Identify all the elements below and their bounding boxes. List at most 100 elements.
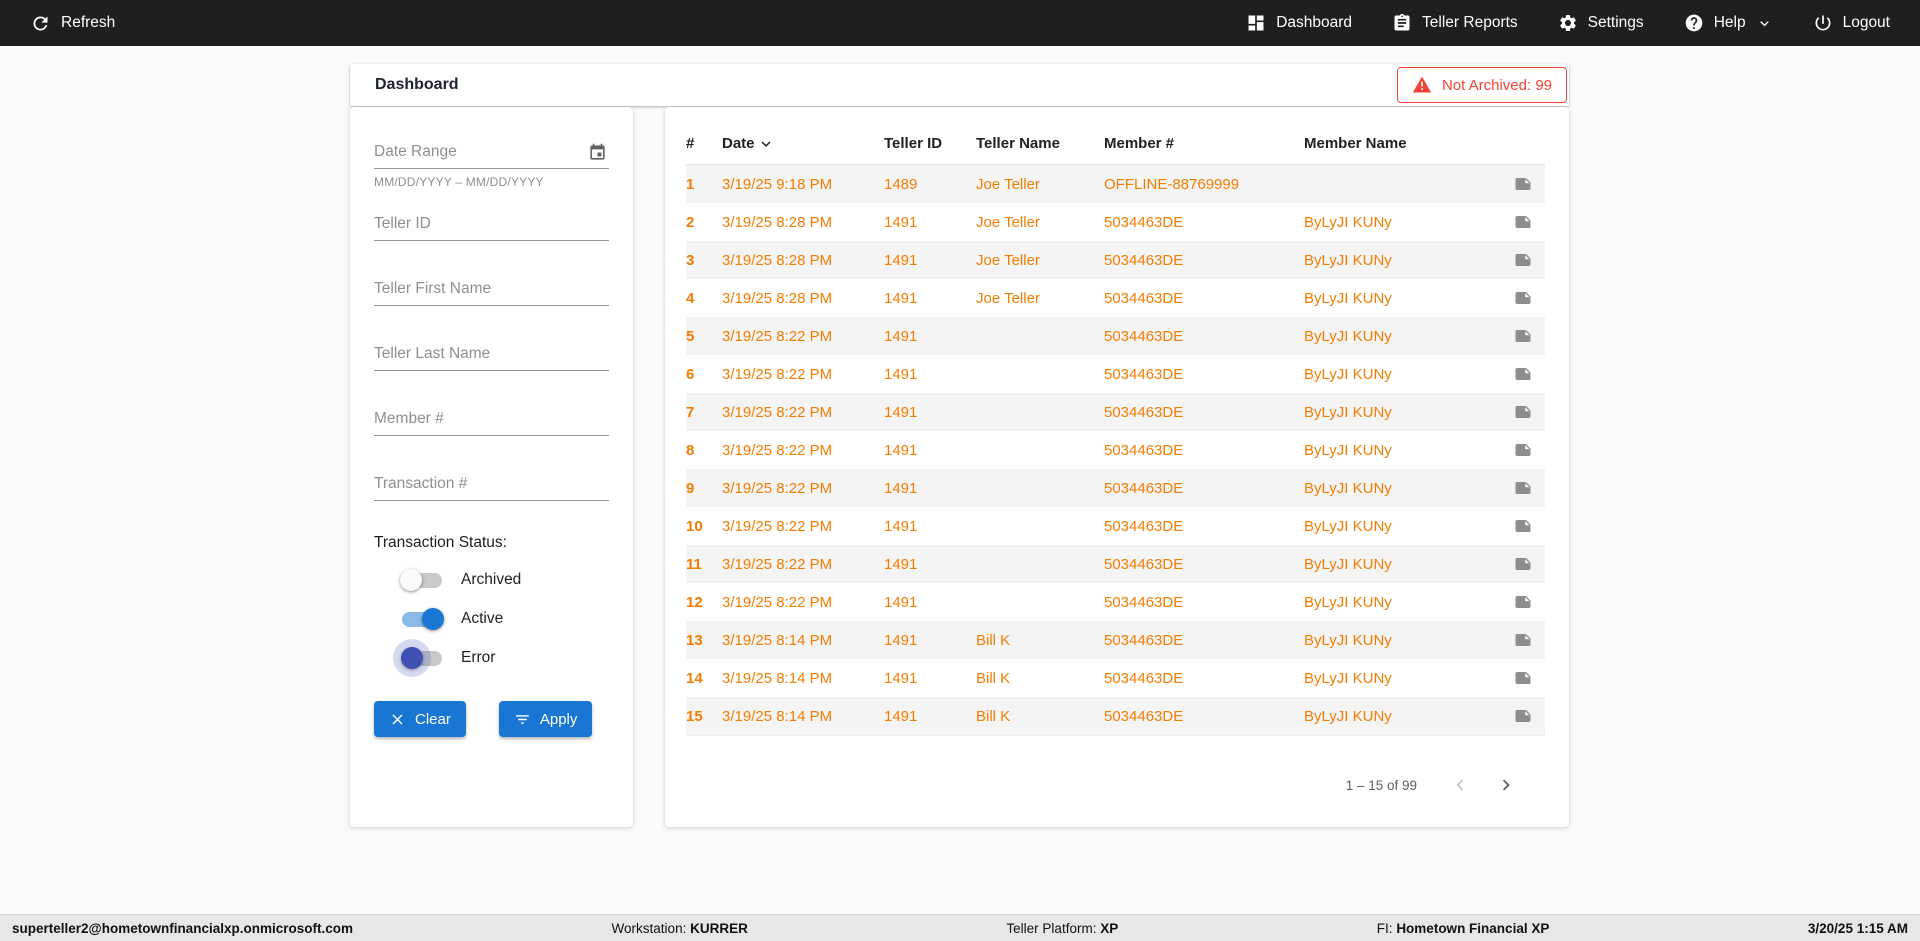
table-row[interactable]: 1 3/19/25 9:18 PM 1489 Joe Teller OFFLIN… [686,165,1545,203]
table-row[interactable]: 15 3/19/25 8:14 PM 1491 Bill K 5034463DE… [686,697,1545,735]
table-row[interactable]: 12 3/19/25 8:22 PM 1491 5034463DE ByLyJI… [686,583,1545,621]
nav-logout[interactable]: Logout [1813,13,1890,33]
note-icon[interactable] [1512,515,1534,537]
note-icon[interactable] [1512,439,1534,461]
table-row[interactable]: 5 3/19/25 8:22 PM 1491 5034463DE ByLyJI … [686,317,1545,355]
note-icon[interactable] [1512,363,1534,385]
row-teller-id: 1491 [884,252,976,269]
row-member-number: 5034463DE [1104,252,1304,269]
row-number: 3 [686,252,722,269]
table-row[interactable]: 11 3/19/25 8:22 PM 1491 5034463DE ByLyJI… [686,545,1545,583]
row-teller-id: 1491 [884,632,976,649]
member-number-input[interactable] [374,404,609,436]
note-icon[interactable] [1512,629,1534,651]
column-header-member-name[interactable]: Member Name [1304,135,1500,152]
filters-panel: MM/DD/YYYY – MM/DD/YYYY Transaction Stat… [350,107,633,827]
teller-id-field [374,209,609,241]
nav-help[interactable]: Help [1684,13,1773,33]
column-header-teller-name[interactable]: Teller Name [976,135,1104,152]
note-icon[interactable] [1512,667,1534,689]
row-date: 3/19/25 8:28 PM [722,214,884,231]
row-teller-name: Joe Teller [976,290,1104,307]
teller-first-name-field [374,274,609,306]
apply-button[interactable]: Apply [499,701,593,737]
refresh-label: Refresh [61,14,115,32]
transactions-table-card: # Date Teller ID Teller Name Member # Me… [665,107,1569,827]
column-header-teller-id[interactable]: Teller ID [884,135,976,152]
clear-button[interactable]: Clear [374,701,466,737]
teller-first-name-input[interactable] [374,274,609,306]
nav-teller-reports[interactable]: Teller Reports [1392,13,1518,33]
table-row[interactable]: 4 3/19/25 8:28 PM 1491 Joe Teller 503446… [686,279,1545,317]
row-member-name: ByLyJI KUNy [1304,290,1500,307]
table-row[interactable]: 9 3/19/25 8:22 PM 1491 5034463DE ByLyJI … [686,469,1545,507]
close-icon [389,711,406,728]
nav-dashboard[interactable]: Dashboard [1246,13,1352,33]
row-number: 8 [686,442,722,459]
column-header-date[interactable]: Date [722,135,884,153]
transaction-number-input[interactable] [374,469,609,501]
status-switch[interactable] [400,606,446,632]
pagination-next-button[interactable] [1493,772,1519,798]
table-row[interactable]: 3 3/19/25 8:28 PM 1491 Joe Teller 503446… [686,241,1545,279]
row-teller-id: 1491 [884,518,976,535]
row-teller-id: 1491 [884,290,976,307]
pagination: 1 – 15 of 99 [686,772,1545,798]
note-icon[interactable] [1512,591,1534,613]
note-icon[interactable] [1512,325,1534,347]
table-row[interactable]: 14 3/19/25 8:14 PM 1491 Bill K 5034463DE… [686,659,1545,697]
not-archived-badge[interactable]: Not Archived: 99 [1397,67,1567,103]
note-icon[interactable] [1512,553,1534,575]
note-icon[interactable] [1512,173,1534,195]
footer-platform: Teller Platform: XP [1006,921,1118,936]
status-footer: superteller2@hometownfinancialxp.onmicro… [0,914,1920,941]
chevron-left-icon [1449,774,1471,796]
table-row[interactable]: 2 3/19/25 8:28 PM 1491 Joe Teller 503446… [686,203,1545,241]
note-icon[interactable] [1512,287,1534,309]
row-date: 3/19/25 8:14 PM [722,708,884,725]
row-teller-id: 1491 [884,442,976,459]
toggle-label-active: Active [461,610,503,628]
nav-logout-label: Logout [1843,14,1890,32]
table-row[interactable]: 7 3/19/25 8:22 PM 1491 5034463DE ByLyJI … [686,393,1545,431]
status-switch[interactable] [400,645,446,671]
row-teller-id: 1491 [884,214,976,231]
status-switch[interactable] [400,567,446,593]
row-member-name: ByLyJI KUNy [1304,480,1500,497]
note-icon[interactable] [1512,477,1534,499]
row-member-name: ByLyJI KUNy [1304,594,1500,611]
calendar-icon[interactable] [586,141,609,164]
nav-settings[interactable]: Settings [1558,13,1644,33]
table-row[interactable]: 13 3/19/25 8:14 PM 1491 Bill K 5034463DE… [686,621,1545,659]
footer-fi-label: FI: [1377,921,1393,936]
teller-last-name-input[interactable] [374,339,609,371]
row-teller-id: 1491 [884,480,976,497]
table-row[interactable]: 8 3/19/25 8:22 PM 1491 5034463DE ByLyJI … [686,431,1545,469]
table-row[interactable]: 6 3/19/25 8:22 PM 1491 5034463DE ByLyJI … [686,355,1545,393]
note-icon[interactable] [1512,705,1534,727]
row-member-name: ByLyJI KUNy [1304,442,1500,459]
note-icon[interactable] [1512,401,1534,423]
row-number: 5 [686,328,722,345]
row-teller-id: 1491 [884,708,976,725]
row-member-name: ByLyJI KUNy [1304,518,1500,535]
toggle-label-archived: Archived [461,571,521,589]
teller-id-input[interactable] [374,209,609,241]
row-member-number: 5034463DE [1104,480,1304,497]
footer-workstation-value: KURRER [690,921,748,936]
note-icon[interactable] [1512,249,1534,271]
date-range-input[interactable] [374,137,586,168]
row-teller-name: Bill K [976,708,1104,725]
column-header-num[interactable]: # [686,135,722,152]
refresh-button[interactable]: Refresh [30,13,115,34]
switch-thumb [400,569,422,591]
row-number: 7 [686,404,722,421]
column-header-member-num[interactable]: Member # [1104,135,1304,152]
row-member-number: 5034463DE [1104,556,1304,573]
row-number: 12 [686,594,722,611]
table-row[interactable]: 10 3/19/25 8:22 PM 1491 5034463DE ByLyJI… [686,507,1545,545]
not-archived-badge-label: Not Archived: 99 [1442,77,1552,94]
power-icon [1813,13,1833,33]
note-icon[interactable] [1512,211,1534,233]
footer-platform-label: Teller Platform: [1006,921,1096,936]
